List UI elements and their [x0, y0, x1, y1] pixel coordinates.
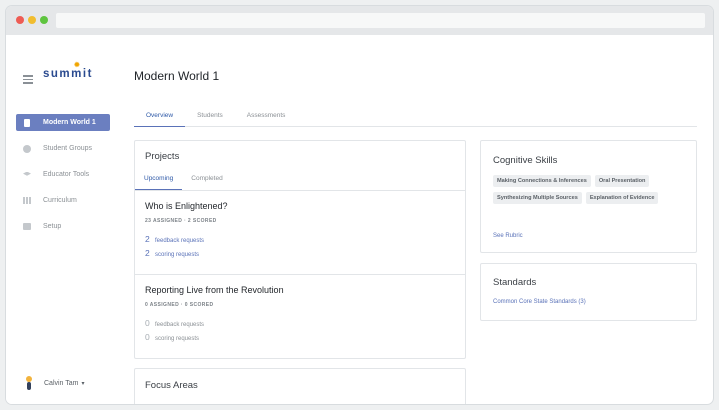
page-title: Modern World 1: [134, 69, 220, 83]
sidebar-item-modern-world-1[interactable]: Modern World 1: [16, 114, 110, 131]
tab-assessments[interactable]: Assessments: [235, 105, 298, 127]
main-content: Modern World 1 Overview Students Assessm…: [134, 35, 713, 404]
sidebar-item-educator-tools[interactable]: Educator Tools: [16, 166, 110, 183]
scoring-count: 2: [145, 248, 150, 258]
sidebar-item-setup[interactable]: Setup: [16, 218, 110, 235]
focus-areas-card: Focus Areas: [134, 368, 466, 404]
chevron-down-icon: ▾: [81, 380, 85, 387]
projects-tabs: Upcoming Completed: [135, 169, 465, 191]
feedback-count: 2: [145, 234, 150, 244]
scoring-requests-link: 0 scoring requests: [145, 332, 465, 342]
sidebar-item-student-groups[interactable]: Student Groups: [16, 140, 110, 157]
sidebar-item-label: Curriculum: [43, 197, 77, 204]
sidebar-item-curriculum[interactable]: Curriculum: [16, 192, 110, 209]
skill-chip[interactable]: Oral Presentation: [594, 175, 650, 187]
sidebar-nav: Modern World 1 Student Groups Educator T…: [16, 114, 110, 244]
tab-upcoming[interactable]: Upcoming: [135, 169, 183, 190]
address-bar[interactable]: [56, 13, 705, 28]
browser-chrome: [6, 6, 713, 35]
projects-title: Projects: [145, 151, 180, 162]
skill-chip[interactable]: Making Connections & Inferences: [493, 175, 591, 187]
project-item: Reporting Live from the Revolution 0 ASS…: [135, 285, 465, 355]
feedback-label: feedback requests: [155, 238, 205, 244]
tab-completed[interactable]: Completed: [182, 169, 231, 190]
sidebar-item-label: Educator Tools: [43, 171, 90, 178]
user-name: Calvin Tam: [44, 379, 79, 387]
cognitive-skills-title: Cognitive Skills: [493, 155, 558, 166]
standards-card: Standards Common Core State Standards (3…: [480, 263, 697, 321]
feedback-requests-link: 0 feedback requests: [145, 318, 465, 328]
grid-icon: [23, 197, 31, 205]
skill-chip[interactable]: Synthesizing Multiple Sources: [493, 192, 582, 204]
projects-card: Projects Upcoming Completed Who is Enlig…: [134, 140, 466, 359]
minimize-window-dot[interactable]: [28, 16, 36, 24]
skill-chips: Making Connections & Inferences Oral Pre…: [493, 175, 693, 209]
browser-window: summit ✹ Modern World 1 Student Groups E…: [6, 6, 713, 404]
project-meta: 0 ASSIGNED · 0 SCORED: [145, 302, 214, 308]
briefcase-icon: [23, 223, 31, 231]
user-menu[interactable]: Calvin Tam ▾: [24, 376, 85, 390]
graduation-cap-icon: [23, 171, 31, 179]
avatar: [24, 376, 34, 390]
summit-logo[interactable]: summit ✹: [43, 62, 93, 80]
sidebar-item-label: Modern World 1: [43, 119, 96, 126]
project-title[interactable]: Reporting Live from the Revolution: [145, 285, 465, 295]
focus-areas-title: Focus Areas: [145, 380, 198, 391]
scoring-count: 0: [145, 332, 150, 342]
tab-students[interactable]: Students: [185, 105, 235, 127]
maximize-window-dot[interactable]: [40, 16, 48, 24]
tab-overview[interactable]: Overview: [134, 105, 186, 127]
book-icon: [23, 118, 31, 127]
project-title[interactable]: Who is Enlightened?: [145, 201, 465, 211]
main-tabs: Overview Students Assessments: [134, 105, 697, 127]
project-meta: 23 ASSIGNED · 2 SCORED: [145, 218, 217, 224]
see-rubric-link[interactable]: See Rubric: [493, 233, 523, 239]
logo-text: summit: [43, 68, 93, 80]
scoring-requests-link[interactable]: 2 scoring requests: [145, 248, 465, 258]
standards-link[interactable]: Common Core State Standards (3): [493, 299, 586, 305]
feedback-label: feedback requests: [155, 322, 205, 328]
sidebar-item-label: Student Groups: [43, 145, 93, 152]
sidebar-item-label: Setup: [43, 223, 62, 230]
standards-title: Standards: [493, 277, 537, 288]
sidebar: summit ✹ Modern World 1 Student Groups E…: [6, 35, 126, 404]
scoring-label: scoring requests: [155, 336, 200, 342]
sun-icon: ✹: [74, 62, 82, 69]
close-window-dot[interactable]: [16, 16, 24, 24]
person-icon: [23, 144, 31, 153]
project-item: Who is Enlightened? 23 ASSIGNED · 2 SCOR…: [135, 201, 465, 275]
hamburger-menu-icon[interactable]: [23, 75, 33, 84]
cognitive-skills-card: Cognitive Skills Making Connections & In…: [480, 140, 697, 253]
feedback-requests-link[interactable]: 2 feedback requests: [145, 234, 465, 244]
feedback-count: 0: [145, 318, 150, 328]
skill-chip[interactable]: Explanation of Evidence: [585, 192, 659, 204]
scoring-label: scoring requests: [155, 252, 200, 258]
